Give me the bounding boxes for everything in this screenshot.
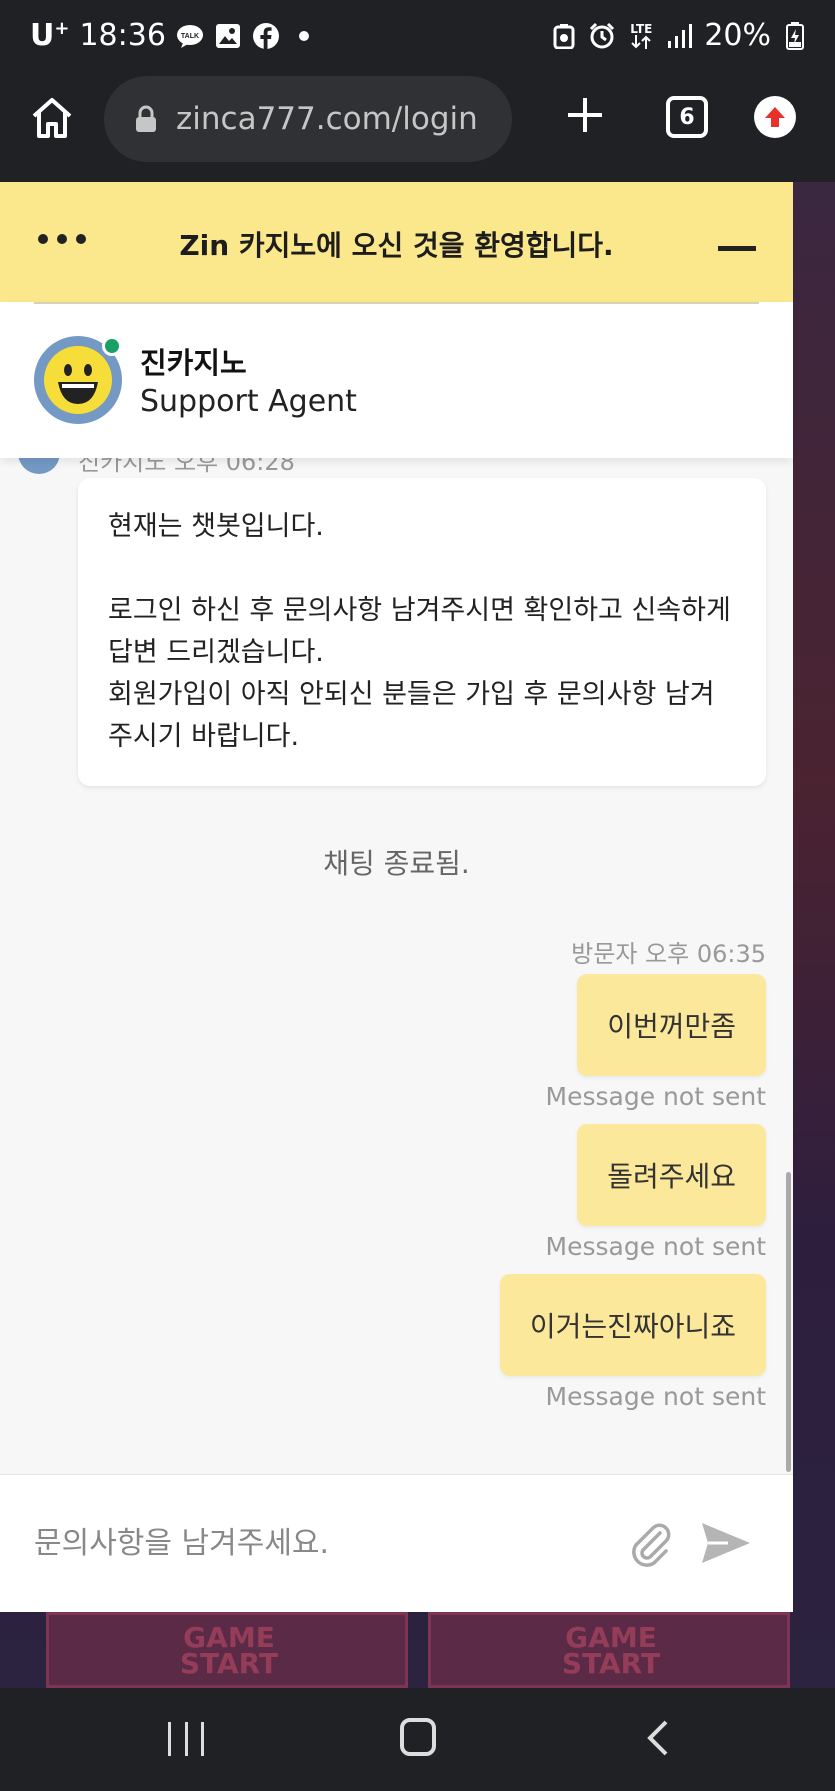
gallery-icon — [214, 22, 242, 50]
game-tile[interactable]: GAME START — [428, 1612, 790, 1688]
tab-switcher-button[interactable]: 6 — [666, 96, 708, 138]
new-tab-button[interactable] — [560, 90, 610, 140]
kakaotalk-icon: TALK — [176, 22, 204, 50]
lte-icon: LTE — [626, 22, 656, 50]
url-text: zinca777.com/login — [176, 101, 478, 137]
visitor-message-bubble: 돌려주세요 — [577, 1124, 766, 1226]
chat-scrollbar[interactable] — [786, 1172, 791, 1472]
message-composer — [0, 1474, 793, 1612]
battery-percent: 20% — [704, 18, 771, 53]
home-icon — [32, 98, 72, 138]
chat-ended-notice: 채팅 종료됨. — [323, 847, 470, 880]
send-icon — [702, 1523, 750, 1563]
game-start-label: GAME START — [179, 1621, 279, 1680]
smiley-icon — [44, 346, 112, 414]
agent-name: 진카지노 — [140, 346, 247, 380]
chat-header: Zin 카지노에 오신 것을 환영합니다. — [0, 182, 793, 302]
battery-charging-icon — [781, 21, 809, 50]
alarm-icon — [588, 22, 616, 50]
home-button[interactable] — [28, 94, 76, 142]
dot-icon — [290, 22, 318, 50]
lock-icon — [134, 105, 158, 133]
message-input[interactable] — [34, 1511, 594, 1575]
visitor-message-meta: 방문자 오후 06:35 — [571, 940, 766, 968]
visitor-message-bubble: 이번꺼만좀 — [577, 974, 766, 1076]
clock: 18:36 — [79, 18, 166, 53]
recent-apps-button[interactable] — [168, 1722, 204, 1756]
visitor-message-bubble: 이거는진짜아니죠 — [499, 1274, 766, 1376]
game-tile[interactable]: GAME START — [46, 1612, 408, 1688]
back-button[interactable] — [640, 1718, 676, 1758]
agent-card: 진카지노 Support Agent — [0, 302, 793, 458]
chevron-left-icon — [647, 1720, 668, 1756]
address-bar[interactable]: zinca777.com/login — [104, 76, 512, 162]
arrow-up-icon — [765, 107, 785, 127]
message-status: Message not sent — [545, 1082, 766, 1111]
paperclip-icon — [632, 1523, 671, 1567]
send-button[interactable] — [698, 1515, 754, 1571]
svg-text:TALK: TALK — [181, 33, 199, 40]
minimize-button[interactable] — [718, 246, 756, 251]
tab-count: 6 — [679, 104, 695, 130]
game-start-label: GAME START — [561, 1621, 661, 1680]
message-status: Message not sent — [545, 1382, 766, 1411]
recycle-icon — [550, 22, 578, 50]
divider — [34, 302, 759, 304]
facebook-icon — [252, 22, 280, 50]
plus-icon — [568, 98, 602, 132]
system-navigation-bar — [0, 1688, 835, 1791]
update-button[interactable] — [754, 96, 796, 138]
attach-button[interactable] — [626, 1519, 676, 1569]
carrier-label: U+ — [30, 18, 70, 53]
message-status: Message not sent — [545, 1232, 766, 1261]
chat-widget: Zin 카지노에 오신 것을 환영합니다. 진카지노 Support Agent… — [0, 182, 793, 1612]
signal-icon — [666, 22, 694, 50]
agent-role: Support Agent — [140, 384, 357, 419]
browser-toolbar: zinca777.com/login 6 — [0, 72, 835, 182]
agent-message-bubble: 현재는 챗봇입니다. 로그인 하신 후 문의사항 남겨주시면 확인하고 신속하게… — [78, 478, 766, 786]
status-bar: U+ 18:36 TALK LTE 20% — [0, 0, 835, 72]
online-status-indicator — [102, 336, 122, 356]
system-home-button[interactable] — [400, 1718, 436, 1756]
chat-title: Zin 카지노에 오신 것을 환영합니다. — [179, 229, 614, 262]
